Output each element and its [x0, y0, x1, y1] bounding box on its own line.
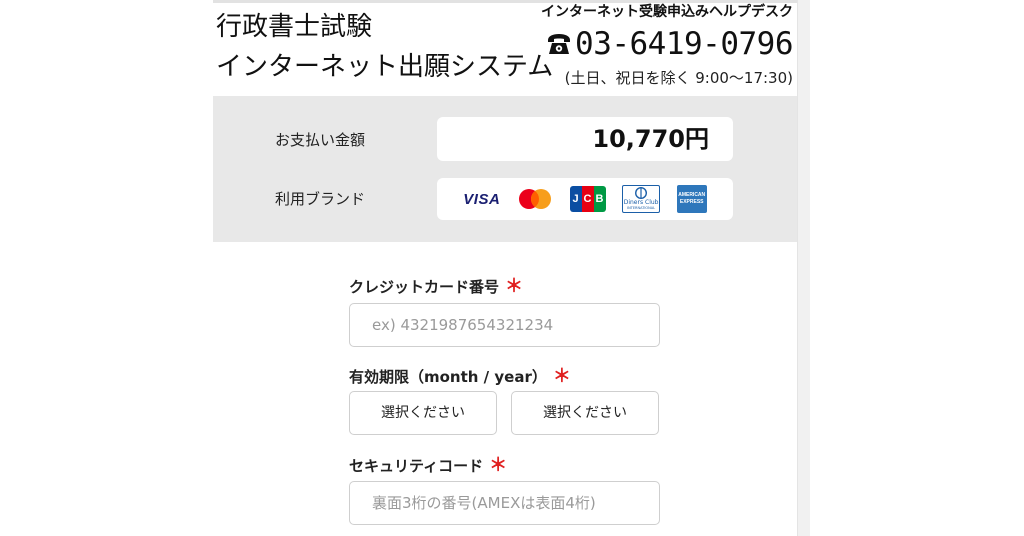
expiry-label-text: 有効期限（month / year） [349, 368, 547, 386]
page-header: 行政書士試験 インターネット出願システム インターネット受験申込みヘルプデスク … [213, 3, 797, 95]
jcb-logo: J C B [569, 186, 606, 212]
scrollbar[interactable] [797, 0, 810, 536]
mastercard-icon [518, 189, 551, 209]
amex-subtext: EXPRESS [679, 199, 704, 205]
jcb-letter-j: J [569, 186, 582, 212]
diners-club-icon [635, 187, 648, 199]
amount-value: 10,770円 [437, 117, 733, 161]
expiry-year-select[interactable]: 選択ください [511, 391, 659, 435]
phone-number: 03-6419-0796 [575, 26, 793, 62]
security-code-input[interactable] [349, 481, 660, 525]
system-title: 行政書士試験 インターネット出願システム [216, 7, 553, 87]
brand-label: 利用ブランド [275, 190, 366, 208]
expiry-label: 有効期限（month / year） ＊ [349, 362, 571, 388]
jcb-letter-c: C [581, 186, 594, 212]
card-number-label: クレジットカード番号 ＊ [349, 272, 523, 298]
visa-logo: VISA [463, 191, 500, 208]
amex-text: AMERICAN [678, 192, 706, 198]
card-form: クレジットカード番号 ＊ 有効期限（month / year） ＊ 選択ください 選… [213, 242, 797, 536]
security-code-label: セキュリティコード ＊ [349, 451, 507, 477]
card-number-label-text: クレジットカード番号 [349, 278, 500, 296]
telephone-icon [548, 34, 571, 54]
title-line-1: 行政書士試験 [216, 12, 373, 42]
diners-club-text: Diners Club [623, 199, 659, 206]
expiry-month-select[interactable]: 選択ください [349, 391, 497, 435]
card-number-input[interactable] [349, 303, 660, 347]
required-mark: ＊ [552, 366, 571, 387]
card-brand-list: VISA J C B Diners Club INTERNATIONAL AME… [437, 178, 733, 220]
phone-row: 03-6419-0796 [541, 21, 793, 67]
diners-club-logo: Diners Club INTERNATIONAL [622, 185, 661, 213]
diners-club-subtext: INTERNATIONAL [627, 206, 656, 210]
jcb-letter-b: B [593, 186, 606, 212]
payment-summary: お支払い金額 10,770円 利用ブランド VISA J C B Diners … [213, 96, 797, 242]
helpdesk-info: インターネット受験申込みヘルプデスク 03-6419-0796 (土日、祝日を除… [541, 3, 793, 89]
mastercard-logo [517, 188, 553, 210]
security-code-label-text: セキュリティコード [349, 457, 484, 475]
amount-label: お支払い金額 [275, 131, 366, 149]
required-mark: ＊ [489, 455, 508, 476]
required-mark: ＊ [505, 276, 524, 297]
title-line-2: インターネット出願システム [216, 52, 554, 82]
helpdesk-label: インターネット受験申込みヘルプデスク [541, 4, 793, 20]
helpdesk-hours: (土日、祝日を除く 9:00〜17:30) [564, 69, 793, 87]
amex-logo: AMERICAN EXPRESS [676, 185, 707, 213]
visa-text: VISA [463, 190, 501, 208]
